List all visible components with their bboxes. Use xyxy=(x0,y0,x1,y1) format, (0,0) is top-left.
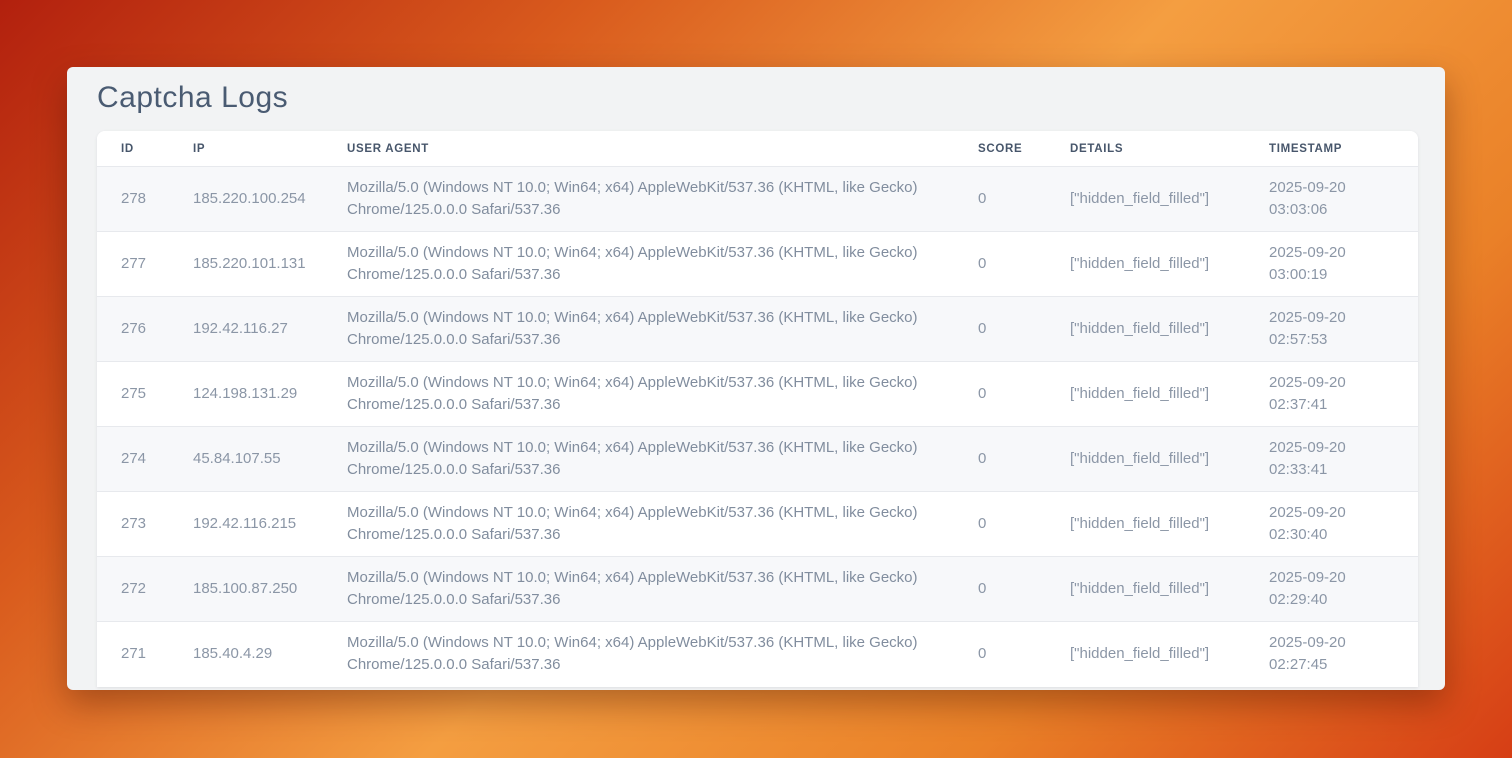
cell-id: 277 xyxy=(97,232,177,297)
cell-timestamp: 2025-09-20 02:33:41 xyxy=(1253,427,1418,492)
column-header-details: DETAILS xyxy=(1054,131,1253,167)
table-row: 278 185.220.100.254 Mozilla/5.0 (Windows… xyxy=(97,167,1418,232)
cell-details: ["hidden_field_filled"] xyxy=(1054,557,1253,622)
cell-score: 0 xyxy=(962,557,1054,622)
cell-timestamp: 2025-09-20 02:29:40 xyxy=(1253,557,1418,622)
table-row: 271 185.40.4.29 Mozilla/5.0 (Windows NT … xyxy=(97,622,1418,687)
cell-details: ["hidden_field_filled"] xyxy=(1054,492,1253,557)
cell-score: 0 xyxy=(962,167,1054,232)
cell-score: 0 xyxy=(962,297,1054,362)
cell-ip: 185.220.101.131 xyxy=(177,232,331,297)
cell-score: 0 xyxy=(962,427,1054,492)
cell-user-agent: Mozilla/5.0 (Windows NT 10.0; Win64; x64… xyxy=(331,167,962,232)
table-row: 272 185.100.87.250 Mozilla/5.0 (Windows … xyxy=(97,557,1418,622)
cell-user-agent: Mozilla/5.0 (Windows NT 10.0; Win64; x64… xyxy=(331,492,962,557)
cell-details: ["hidden_field_filled"] xyxy=(1054,297,1253,362)
captcha-logs-card: Captcha Logs ID IP USER AGENT SCORE DETA… xyxy=(67,67,1445,690)
logs-table-panel: ID IP USER AGENT SCORE DETAILS TIMESTAMP… xyxy=(97,131,1418,687)
cell-timestamp: 2025-09-20 02:30:40 xyxy=(1253,492,1418,557)
cell-user-agent: Mozilla/5.0 (Windows NT 10.0; Win64; x64… xyxy=(331,362,962,427)
cell-id: 274 xyxy=(97,427,177,492)
cell-details: ["hidden_field_filled"] xyxy=(1054,232,1253,297)
cell-id: 278 xyxy=(97,167,177,232)
column-header-timestamp: TIMESTAMP xyxy=(1253,131,1418,167)
cell-id: 272 xyxy=(97,557,177,622)
page-title: Captcha Logs xyxy=(97,81,288,115)
cell-user-agent: Mozilla/5.0 (Windows NT 10.0; Win64; x64… xyxy=(331,232,962,297)
cell-ip: 185.100.87.250 xyxy=(177,557,331,622)
cell-user-agent: Mozilla/5.0 (Windows NT 10.0; Win64; x64… xyxy=(331,427,962,492)
cell-timestamp: 2025-09-20 03:03:06 xyxy=(1253,167,1418,232)
table-row: 273 192.42.116.215 Mozilla/5.0 (Windows … xyxy=(97,492,1418,557)
cell-details: ["hidden_field_filled"] xyxy=(1054,362,1253,427)
cell-ip: 124.198.131.29 xyxy=(177,362,331,427)
table-header: ID IP USER AGENT SCORE DETAILS TIMESTAMP xyxy=(97,131,1418,167)
cell-user-agent: Mozilla/5.0 (Windows NT 10.0; Win64; x64… xyxy=(331,557,962,622)
cell-id: 276 xyxy=(97,297,177,362)
cell-details: ["hidden_field_filled"] xyxy=(1054,622,1253,687)
cell-id: 273 xyxy=(97,492,177,557)
cell-score: 0 xyxy=(962,492,1054,557)
cell-ip: 192.42.116.215 xyxy=(177,492,331,557)
table-body: 278 185.220.100.254 Mozilla/5.0 (Windows… xyxy=(97,167,1418,687)
cell-id: 275 xyxy=(97,362,177,427)
page-background: { "page": { "title": "Captcha Logs" }, "… xyxy=(0,0,1512,758)
cell-timestamp: 2025-09-20 02:27:45 xyxy=(1253,622,1418,687)
table-row: 275 124.198.131.29 Mozilla/5.0 (Windows … xyxy=(97,362,1418,427)
column-header-ip: IP xyxy=(177,131,331,167)
cell-details: ["hidden_field_filled"] xyxy=(1054,427,1253,492)
logs-table: ID IP USER AGENT SCORE DETAILS TIMESTAMP… xyxy=(97,131,1418,687)
column-header-user-agent: USER AGENT xyxy=(331,131,962,167)
cell-ip: 192.42.116.27 xyxy=(177,297,331,362)
table-row: 277 185.220.101.131 Mozilla/5.0 (Windows… xyxy=(97,232,1418,297)
cell-user-agent: Mozilla/5.0 (Windows NT 10.0; Win64; x64… xyxy=(331,622,962,687)
cell-ip: 45.84.107.55 xyxy=(177,427,331,492)
cell-score: 0 xyxy=(962,362,1054,427)
cell-score: 0 xyxy=(962,622,1054,687)
cell-user-agent: Mozilla/5.0 (Windows NT 10.0; Win64; x64… xyxy=(331,297,962,362)
cell-ip: 185.40.4.29 xyxy=(177,622,331,687)
cell-timestamp: 2025-09-20 02:37:41 xyxy=(1253,362,1418,427)
cell-details: ["hidden_field_filled"] xyxy=(1054,167,1253,232)
column-header-score: SCORE xyxy=(962,131,1054,167)
cell-timestamp: 2025-09-20 03:00:19 xyxy=(1253,232,1418,297)
table-row: 274 45.84.107.55 Mozilla/5.0 (Windows NT… xyxy=(97,427,1418,492)
cell-id: 271 xyxy=(97,622,177,687)
table-row: 276 192.42.116.27 Mozilla/5.0 (Windows N… xyxy=(97,297,1418,362)
cell-score: 0 xyxy=(962,232,1054,297)
cell-ip: 185.220.100.254 xyxy=(177,167,331,232)
column-header-id: ID xyxy=(97,131,177,167)
cell-timestamp: 2025-09-20 02:57:53 xyxy=(1253,297,1418,362)
